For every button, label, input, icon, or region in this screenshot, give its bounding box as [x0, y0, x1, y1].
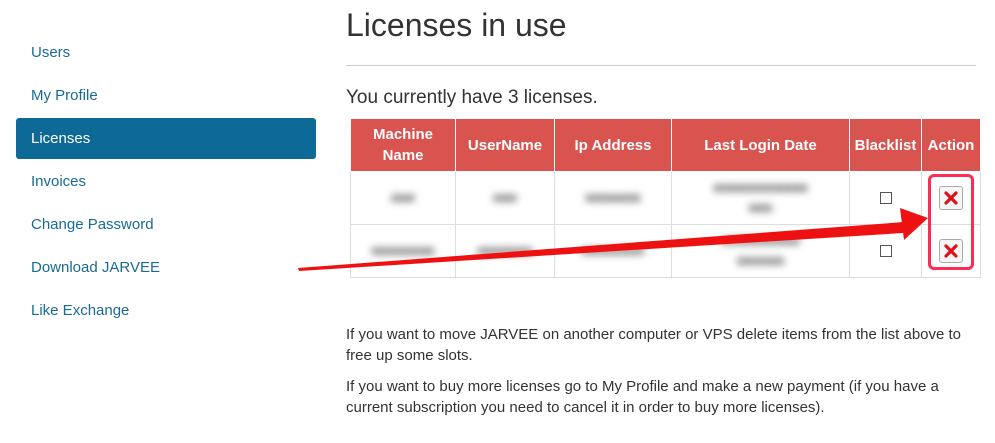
cell-username-redacted: ■■■ — [455, 171, 555, 225]
sidebar-item-invoices[interactable]: Invoices — [16, 161, 316, 202]
sidebar-item-my-profile[interactable]: My Profile — [16, 75, 316, 116]
sidebar-item-like-exchange[interactable]: Like Exchange — [16, 290, 316, 331]
redacted-text: ■■■■■■■■ — [371, 243, 435, 258]
licenses-table: Machine Name UserName Ip Address Last Lo… — [350, 118, 981, 278]
redacted-text: ■■■ — [493, 190, 517, 205]
blacklist-checkbox[interactable] — [879, 244, 892, 257]
info-move-license-text: If you want to move JARVEE on another co… — [346, 326, 962, 364]
redacted-text: ■■■■■■■■■■ ■■■■■■ — [721, 233, 800, 268]
cell-username-redacted: ■■■■■■■ — [455, 224, 555, 278]
cell-machine-name-redacted: ■■■■■■■■ — [350, 224, 456, 278]
title-divider — [346, 65, 976, 66]
redacted-text: ■■■■■■■■■■■■ ■■■ — [713, 180, 808, 215]
redacted-text: ■■■■■■■ — [585, 190, 641, 205]
sidebar-item-licenses[interactable]: Licenses — [16, 118, 316, 159]
sidebar-item-change-password[interactable]: Change Password — [16, 204, 316, 245]
cell-action — [921, 171, 981, 225]
table-row: ■■■ ■■■ ■■■■■■■ ■■■■■■■■■■■■ ■■■ — [350, 171, 981, 225]
column-header-last-login-date: Last Login Date — [671, 118, 850, 172]
column-header-action: Action — [921, 118, 981, 172]
delete-license-button[interactable] — [939, 239, 963, 263]
cell-machine-name-redacted: ■■■ — [350, 171, 456, 225]
blacklist-checkbox[interactable] — [879, 191, 892, 204]
delete-x-icon — [944, 191, 958, 205]
cell-last-login-redacted: ■■■■■■■■■■ ■■■■■■ — [671, 224, 850, 278]
column-header-machine-line2: Name — [382, 147, 424, 164]
column-header-machine-name: Machine Name — [350, 118, 456, 172]
cell-last-login-redacted: ■■■■■■■■■■■■ ■■■ — [671, 171, 850, 225]
delete-x-icon — [944, 244, 958, 258]
license-count-text: You currently have 3 licenses. — [346, 87, 598, 108]
table-header-row: Machine Name UserName Ip Address Last Lo… — [350, 118, 981, 172]
sidebar-item-download-jarvee[interactable]: Download JARVEE — [16, 247, 316, 288]
sidebar-nav: Users My Profile Licenses Invoices Chang… — [16, 32, 316, 333]
cell-ip-redacted: ■■■■■■■ — [554, 171, 672, 225]
sidebar-item-users[interactable]: Users — [16, 32, 316, 73]
redacted-text: ■■■■■■■ — [477, 243, 533, 258]
cell-action — [921, 224, 981, 278]
delete-license-button[interactable] — [939, 186, 963, 210]
info-buy-licenses-text: If you want to buy more licenses go to M… — [346, 378, 939, 416]
redacted-text: ■■■■■■■■ — [581, 243, 645, 258]
column-header-username: UserName — [455, 118, 555, 172]
column-header-ip-address: Ip Address — [554, 118, 672, 172]
column-header-machine-line1: Machine — [372, 126, 433, 143]
table-row: ■■■■■■■■ ■■■■■■■ ■■■■■■■■ ■■■■■■■■■■ ■■■■… — [350, 224, 981, 278]
column-header-blacklist: Blacklist — [849, 118, 922, 172]
page-title: Licenses in use — [346, 7, 567, 43]
cell-blacklist — [849, 171, 922, 225]
cell-blacklist — [849, 224, 922, 278]
cell-ip-redacted: ■■■■■■■■ — [554, 224, 672, 278]
redacted-text: ■■■ — [391, 190, 415, 205]
